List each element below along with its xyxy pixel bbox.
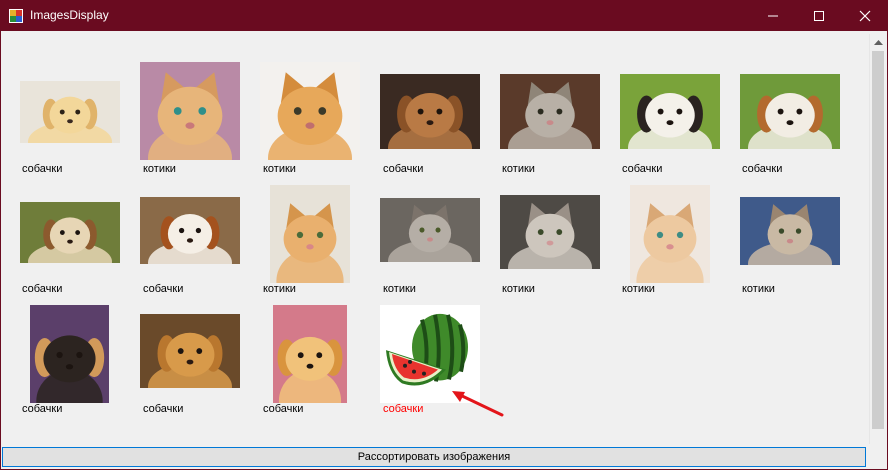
image-caption: собачки (22, 163, 63, 175)
window-title: ImagesDisplay (30, 8, 109, 22)
image-thumbnail-dog[interactable] (620, 74, 720, 149)
annotation-arrow-icon (452, 391, 504, 417)
image-thumbnail-cat[interactable] (500, 195, 600, 269)
image-caption: котики (263, 283, 296, 295)
image-thumbnail-dog[interactable] (273, 305, 347, 403)
vertical-scrollbar[interactable] (869, 34, 886, 444)
image-caption: собачки (742, 163, 783, 175)
image-thumbnail-cat[interactable] (380, 198, 480, 262)
scroll-up-button[interactable] (870, 34, 887, 51)
image-caption: котики (502, 163, 535, 175)
maximize-button[interactable] (796, 0, 842, 31)
scroll-up-arrow-icon (874, 40, 883, 45)
image-thumbnail-dog[interactable] (20, 202, 120, 263)
image-thumbnail-watermelon[interactable] (380, 305, 480, 403)
minimize-icon (768, 15, 778, 17)
image-caption: собачки (622, 163, 663, 175)
image-thumbnail-dog[interactable] (140, 197, 240, 264)
image-thumbnail-cat[interactable] (270, 185, 350, 283)
minimize-button[interactable] (750, 0, 796, 31)
image-caption: собачки (22, 403, 63, 415)
image-caption: собачки (143, 283, 184, 295)
image-caption: котики (742, 283, 775, 295)
image-thumbnail-cat[interactable] (140, 62, 240, 160)
image-caption: котики (502, 283, 535, 295)
image-thumbnail-dog[interactable] (380, 74, 480, 149)
image-caption: котики (622, 283, 655, 295)
title-bar[interactable]: ImagesDisplay (0, 0, 888, 31)
image-thumbnail-cat[interactable] (630, 185, 710, 283)
image-thumbnail-dog[interactable] (140, 314, 240, 388)
close-button[interactable] (842, 0, 888, 31)
scroll-thumb[interactable] (872, 51, 884, 429)
image-thumbnail-cat[interactable] (740, 197, 840, 265)
sort-images-button[interactable]: Рассортировать изображения (2, 447, 866, 467)
app-icon (9, 9, 23, 23)
close-icon (859, 10, 871, 22)
image-caption: собачки (22, 283, 63, 295)
image-caption: котики (263, 163, 296, 175)
image-caption: собачки (143, 403, 184, 415)
image-caption: котики (383, 283, 416, 295)
image-caption: собачки (383, 163, 424, 175)
image-thumbnail-dog[interactable] (30, 305, 109, 403)
image-thumbnail-dog[interactable] (740, 74, 840, 149)
image-caption: собачки (383, 403, 424, 415)
image-caption: котики (143, 163, 176, 175)
image-thumbnail-cat[interactable] (500, 74, 600, 149)
image-thumbnail-dog[interactable] (20, 81, 120, 143)
image-thumbnail-cat[interactable] (260, 62, 360, 160)
maximize-icon (814, 11, 824, 21)
image-caption: собачки (263, 403, 304, 415)
